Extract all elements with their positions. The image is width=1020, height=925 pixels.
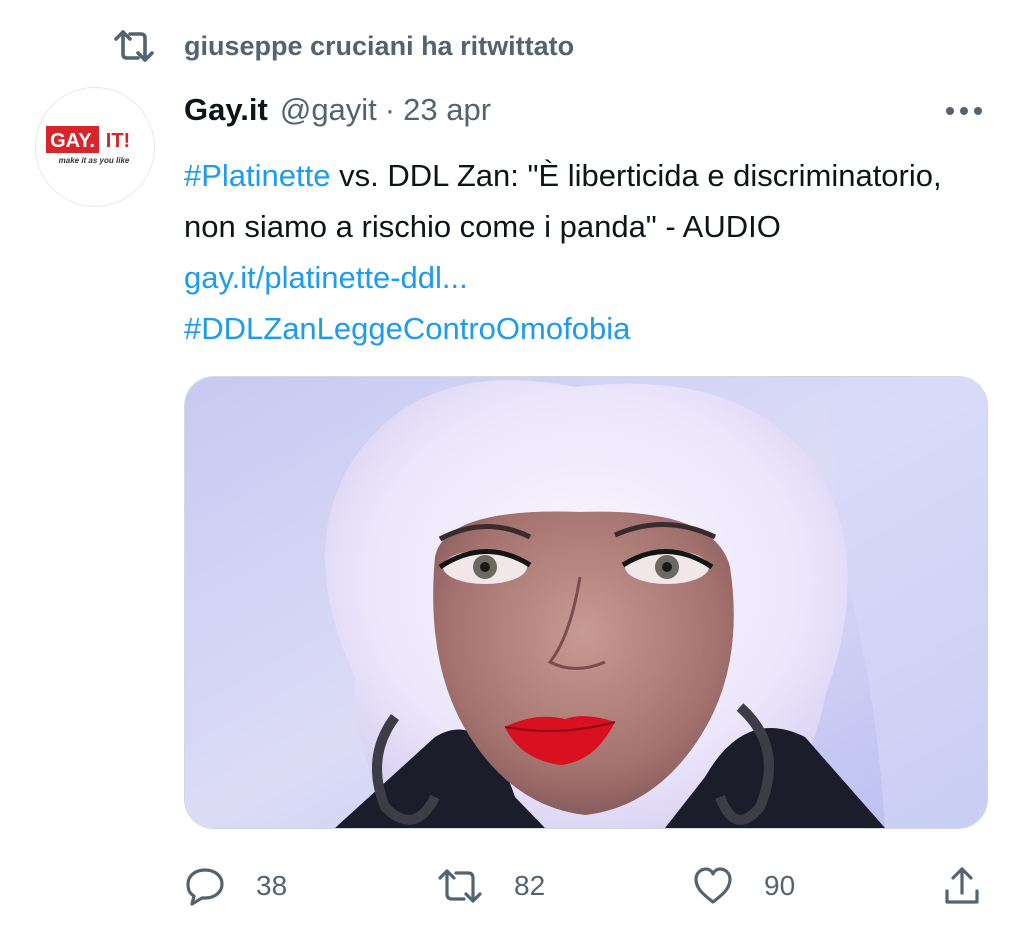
more-icon — [946, 107, 982, 115]
reply-count: 38 — [256, 870, 288, 901]
share-icon — [945, 867, 979, 904]
retweet-context-label: giuseppe cruciani ha ritwittato — [184, 30, 575, 61]
logo-text-it: IT! — [106, 130, 130, 152]
retweet-icon — [438, 869, 482, 903]
retweet-context[interactable]: giuseppe cruciani ha ritwittato — [112, 28, 574, 64]
hashtag-platinette[interactable]: #Platinette — [184, 158, 331, 193]
retweet-button[interactable]: 82 — [436, 858, 545, 914]
gay-it-logo: GAY. IT! make it as you like — [46, 126, 130, 165]
header-separator: · — [384, 92, 396, 127]
logo-text-gay: GAY. — [50, 130, 95, 152]
tweet-header: Gay.it @gayit · 23 apr — [184, 92, 900, 128]
share-button[interactable] — [942, 858, 982, 914]
like-count: 90 — [764, 870, 796, 901]
reply-button[interactable]: 38 — [184, 858, 287, 914]
tweet-link[interactable]: gay.it/platinette-ddl... — [184, 260, 468, 295]
tweet-text: #Platinette vs. DDL Zan: "È liberticida … — [184, 150, 984, 354]
author-name[interactable]: Gay.it — [184, 92, 268, 128]
heart-icon — [694, 867, 732, 904]
reply-icon — [186, 868, 224, 906]
like-button[interactable]: 90 — [692, 858, 795, 914]
retweet-icon — [114, 30, 154, 62]
retweet-count: 82 — [514, 870, 546, 901]
tweet-actions: 38 82 90 — [184, 858, 990, 914]
more-options-button[interactable] — [944, 96, 984, 126]
logo-tagline: make it as you like — [59, 156, 130, 165]
tweet-photo[interactable] — [184, 376, 988, 829]
hashtag-ddlzan[interactable]: #DDLZanLeggeContro­Omofobia — [184, 311, 630, 346]
author-handle[interactable]: @gayit — [280, 92, 377, 128]
avatar[interactable]: GAY. IT! make it as you like — [35, 87, 155, 207]
photo-illustration — [185, 377, 987, 828]
tweet-date[interactable]: 23 apr — [403, 92, 491, 128]
